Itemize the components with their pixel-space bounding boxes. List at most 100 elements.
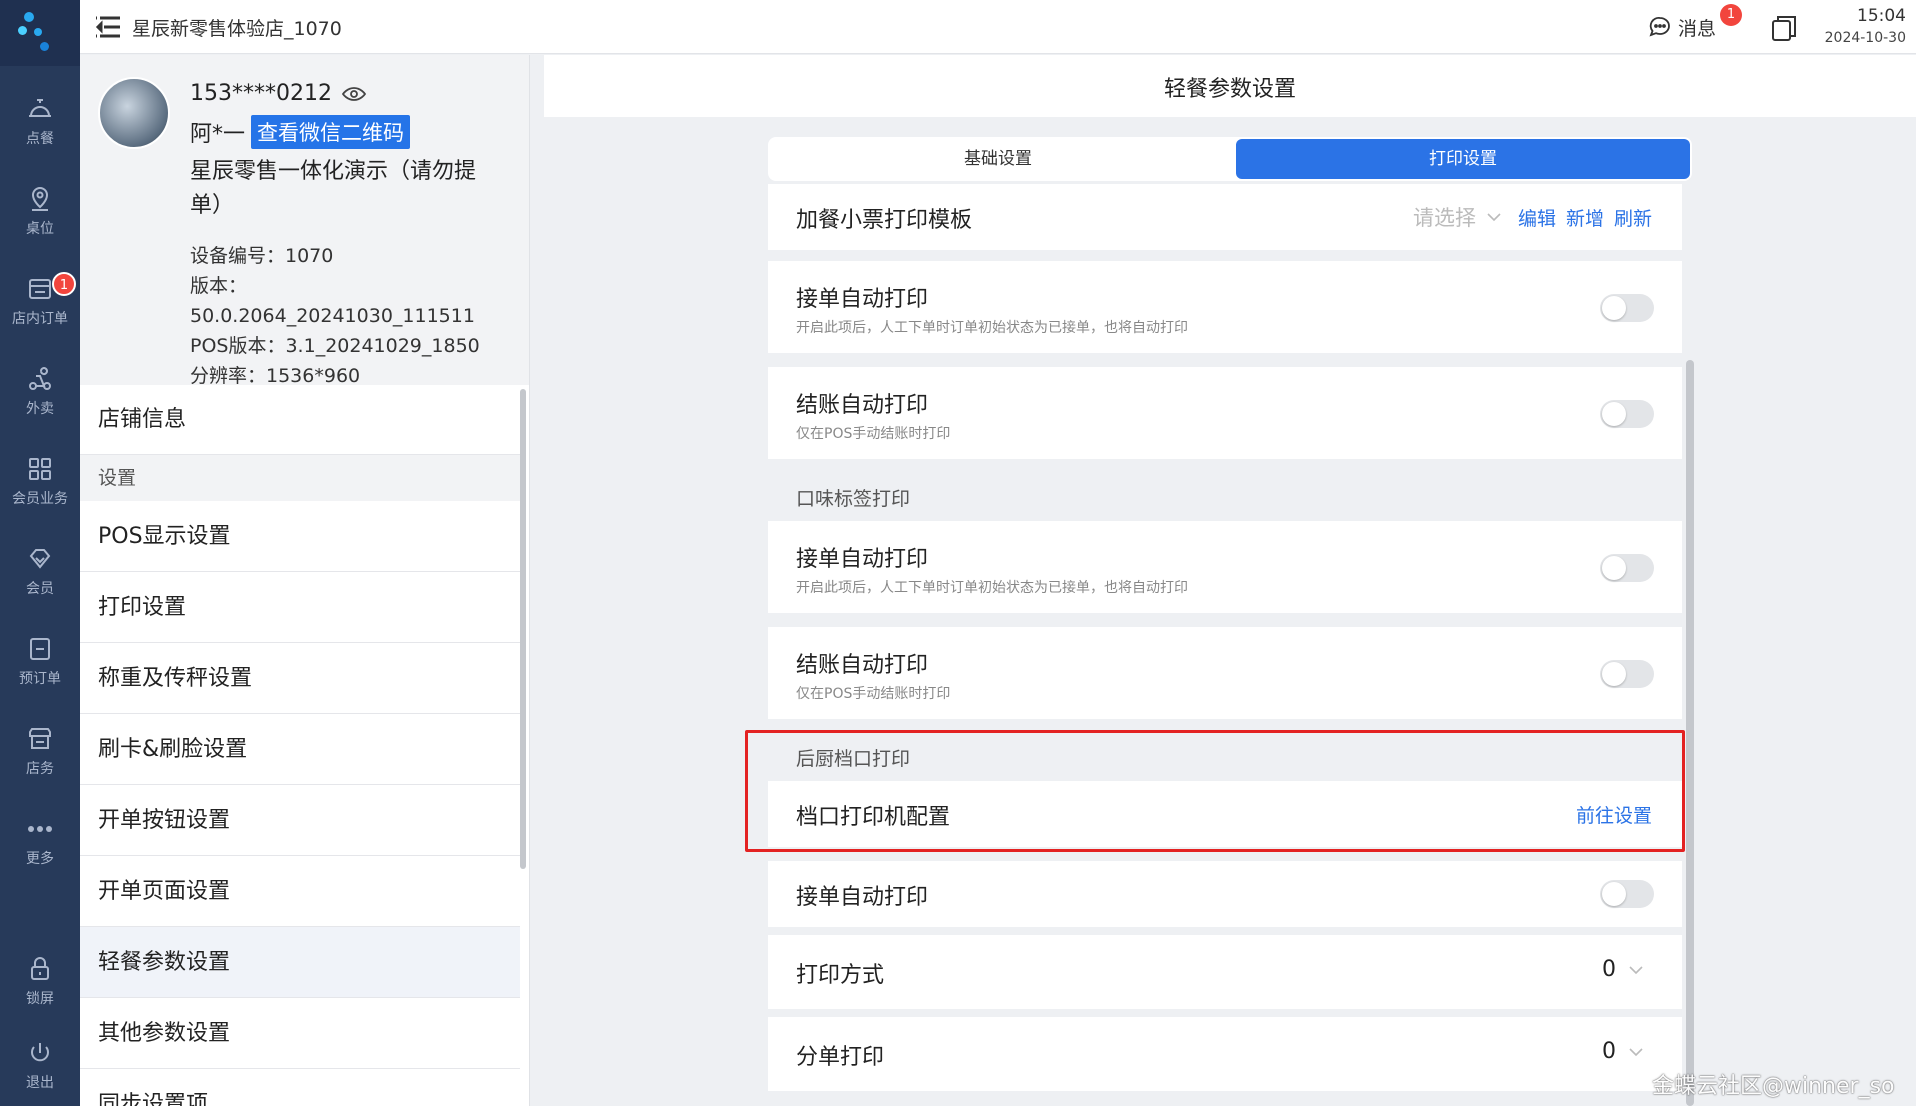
content-title-bar: 轻餐参数设置 — [544, 55, 1916, 117]
clock-time: 15:04 — [1857, 6, 1906, 26]
nav-item-more[interactable]: 更多 — [0, 800, 80, 880]
row-label: 结账自动打印 — [796, 393, 929, 418]
chevron-down-icon — [1629, 965, 1643, 974]
lock-icon — [31, 957, 49, 980]
device-info: 设备编号：1070 版本：50.0.2064_20241030_111511 P… — [190, 241, 529, 391]
row-label: 结账自动打印 — [796, 653, 929, 678]
tab-basic-settings[interactable]: 基础设置 — [768, 139, 1228, 179]
menu-light-meal-params[interactable]: 轻餐参数设置 — [80, 927, 520, 998]
nav-item-table[interactable]: 桌位 — [0, 170, 80, 250]
more-dots-icon — [28, 826, 52, 832]
row-description: 开启此项后，人工下单时订单初始状态为已接单，也将自动打印 — [796, 320, 1188, 336]
menu-section-settings: 设置 — [80, 455, 520, 501]
menu-print-settings[interactable]: 打印设置 — [80, 572, 520, 643]
nav-label: 店内订单 — [12, 311, 68, 327]
menu-weighing[interactable]: 称重及传秤设置 — [80, 643, 520, 714]
menu-order-buttons[interactable]: 开单按钮设置 — [80, 785, 520, 856]
section-flavor-label: 口味标签打印 — [796, 488, 911, 510]
nav-item-instore-orders[interactable]: 店内订单 1 — [0, 260, 80, 340]
select-value: 0 — [1602, 1039, 1616, 1064]
window-switch-icon[interactable] — [1768, 12, 1800, 44]
nav-label: 桌位 — [26, 221, 54, 237]
clock: 15:04 2024-10-30 — [1816, 6, 1906, 46]
auto-print-accept-row: 接单自动打印 开启此项后，人工下单时订单初始状态为已接单，也将自动打印 — [768, 261, 1682, 353]
template-controls: 请选择 编辑 新增 刷新 — [1413, 202, 1652, 232]
template-select[interactable]: 请选择 — [1413, 202, 1476, 232]
user-phone-row: 153****0212 — [190, 81, 366, 106]
avatar — [98, 77, 170, 149]
nav-item-lock[interactable]: 锁屏 — [0, 940, 80, 1020]
nav-item-member-business[interactable]: 会员业务 — [0, 440, 80, 520]
flavor-auto-print-accept-row: 接单自动打印 开启此项后，人工下单时订单初始状态为已接单，也将自动打印 — [768, 521, 1682, 613]
device-number: 设备编号：1070 — [190, 245, 334, 267]
page-title: 轻餐参数设置 — [1163, 77, 1296, 102]
select-value: 0 — [1602, 957, 1616, 982]
tab-print-settings[interactable]: 打印设置 — [1236, 139, 1690, 179]
highlight-annotation — [745, 730, 1685, 852]
row-label: 加餐小票打印模板 — [796, 208, 973, 233]
company-name: 星辰零售一体化演示（请勿提单） — [190, 159, 477, 218]
pos-version: POS版本：3.1_20241029_1850 — [190, 335, 480, 357]
row-label: 接单自动打印 — [796, 885, 929, 910]
row-label: 打印方式 — [796, 963, 885, 988]
split-print-select[interactable]: 0 — [1602, 1039, 1644, 1064]
power-icon — [31, 1043, 49, 1062]
refresh-template-link[interactable]: 刷新 — [1614, 204, 1652, 231]
print-mode-select[interactable]: 0 — [1602, 957, 1644, 982]
menu-sync-settings[interactable]: 同步设置项 — [80, 1069, 520, 1106]
user-phone: 153****0212 — [190, 81, 332, 106]
diamond-icon — [29, 549, 51, 569]
calendar-icon — [30, 638, 50, 660]
scooter-icon — [29, 367, 51, 390]
menu-order-page[interactable]: 开单页面设置 — [80, 856, 520, 927]
row-description: 开启此项后，人工下单时订单初始状态为已接单，也将自动打印 — [796, 580, 1188, 596]
nav-item-store-affairs[interactable]: 店务 — [0, 710, 80, 790]
messages-badge: 1 — [1720, 4, 1742, 26]
menu-pos-display[interactable]: POS显示设置 — [80, 501, 520, 572]
chevron-down-icon[interactable] — [1486, 212, 1502, 222]
auto-print-checkout-toggle[interactable] — [1600, 400, 1654, 428]
shop-icon — [29, 728, 51, 749]
menu-other-params[interactable]: 其他参数设置 — [80, 998, 520, 1069]
nav-label: 店务 — [26, 761, 54, 777]
nav-item-logout[interactable]: 退出 — [0, 1024, 80, 1104]
menu-toggle-icon[interactable] — [94, 14, 122, 40]
settings-tabs: 基础设置 打印设置 — [768, 137, 1692, 181]
nav-label: 会员 — [26, 581, 54, 597]
flavor-auto-print-checkout-toggle[interactable] — [1600, 660, 1654, 688]
user-name-row: 阿*一 查看微信二维码 — [190, 115, 411, 149]
sidebar-scrollbar[interactable] — [520, 389, 526, 869]
grid-icon — [29, 458, 51, 480]
row-label: 接单自动打印 — [796, 287, 929, 312]
nav-item-order[interactable]: 点餐 — [0, 80, 80, 160]
nav-label: 锁屏 — [26, 991, 54, 1007]
nav-item-member[interactable]: 会员 — [0, 530, 80, 610]
nav-item-delivery[interactable]: 外卖 — [0, 350, 80, 430]
app-version: 版本：50.0.2064_20241030_111511 — [190, 275, 475, 327]
bell-cloche-icon — [29, 99, 51, 117]
menu-card-face[interactable]: 刷卡&刷脸设置 — [80, 714, 520, 785]
messages-label: 消息 — [1678, 17, 1717, 40]
add-receipt-template-row: 加餐小票打印模板 请选择 编辑 新增 刷新 — [768, 184, 1682, 250]
content-scrollbar[interactable] — [1686, 360, 1694, 1106]
row-description: 仅在POS手动结账时打印 — [796, 686, 951, 702]
flavor-auto-print-accept-toggle[interactable] — [1600, 554, 1654, 582]
main-content: 轻餐参数设置 基础设置 打印设置 加餐小票打印模板 请选择 编辑 新增 刷新 接… — [544, 55, 1916, 1106]
user-profile: 153****0212 阿*一 查看微信二维码 星辰零售一体化演示（请勿提单） … — [80, 55, 529, 387]
menu-store-info[interactable]: 店铺信息 — [80, 385, 520, 455]
kitchen-auto-print-accept-toggle[interactable] — [1600, 880, 1654, 908]
nav-label: 外卖 — [26, 401, 54, 417]
messages-button[interactable]: 消息 — [1648, 12, 1716, 42]
add-template-link[interactable]: 新增 — [1566, 204, 1604, 231]
eye-icon[interactable] — [341, 86, 366, 102]
auto-print-accept-toggle[interactable] — [1600, 294, 1654, 322]
row-description: 仅在POS手动结账时打印 — [796, 426, 951, 442]
edit-template-link[interactable]: 编辑 — [1518, 204, 1556, 231]
settings-sidebar: 153****0212 阿*一 查看微信二维码 星辰零售一体化演示（请勿提单） … — [80, 55, 530, 1106]
nav-item-reservation[interactable]: 预订单 — [0, 620, 80, 700]
view-wechat-qr-button[interactable]: 查看微信二维码 — [251, 115, 411, 149]
print-mode-row: 打印方式 0 — [768, 935, 1682, 1009]
chevron-down-icon — [1629, 1047, 1643, 1056]
order-badge: 1 — [52, 272, 76, 296]
clock-date: 2024-10-30 — [1824, 30, 1906, 46]
